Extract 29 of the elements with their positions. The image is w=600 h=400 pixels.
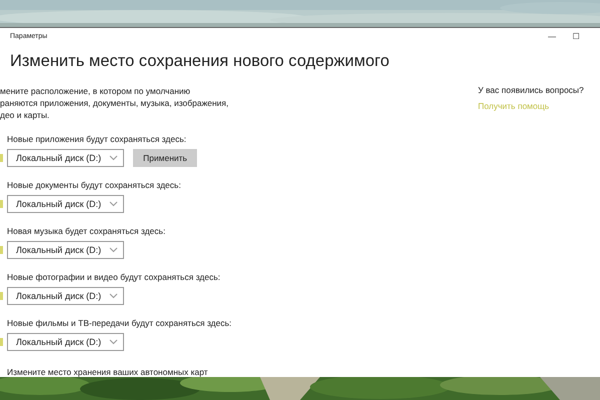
drive-dropdown[interactable]: Локальный диск (D:): [7, 195, 124, 213]
drive-icon: [0, 292, 3, 300]
section-label: Новые фотографии и видео будут сохраняться здесь:: [7, 272, 222, 282]
drive-dropdown[interactable]: Локальный диск (D:): [7, 333, 124, 351]
drive-icon: [0, 200, 3, 208]
minimize-button[interactable]: —: [540, 32, 564, 40]
drive-icon: [0, 154, 3, 162]
description-line: део и карты.: [0, 109, 50, 121]
section-label: Новые документы будут сохраняться здесь:: [7, 180, 182, 190]
chevron-icon: [109, 155, 118, 161]
description-line: раняются приложения, документы, музыка, изображения,: [0, 97, 230, 109]
footer-text: Измените место хранения ваших автономных карт: [7, 367, 209, 377]
chevron-icon: [109, 247, 118, 253]
help-question: У вас появились вопросы?: [478, 85, 585, 95]
page-heading: Изменить место сохранения нового содержимого: [10, 52, 390, 71]
section-label: Новая музыка будет сохраняться здесь:: [7, 226, 166, 236]
chevron-icon: [109, 293, 118, 299]
drive-icon: [0, 246, 3, 254]
description-line: мените расположение, в котором по умолчанию: [0, 85, 192, 97]
section-label: Новые фильмы и ТВ-передачи будут сохраняться здесь:: [7, 318, 233, 328]
drive-dropdown[interactable]: Локальный диск (D:): [7, 241, 124, 259]
drive-dropdown[interactable]: Локальный диск (D:): [7, 149, 124, 167]
drive-dropdown[interactable]: Локальный диск (D:): [7, 287, 124, 305]
chevron-icon: [109, 339, 118, 345]
apply-button[interactable]: Применить: [133, 148, 198, 166]
chevron-icon: [109, 201, 118, 207]
drive-icon: [0, 338, 3, 346]
maximize-button[interactable]: ☐: [564, 32, 588, 40]
section-label: Новые приложения будут сохраняться здесь:: [7, 134, 188, 144]
